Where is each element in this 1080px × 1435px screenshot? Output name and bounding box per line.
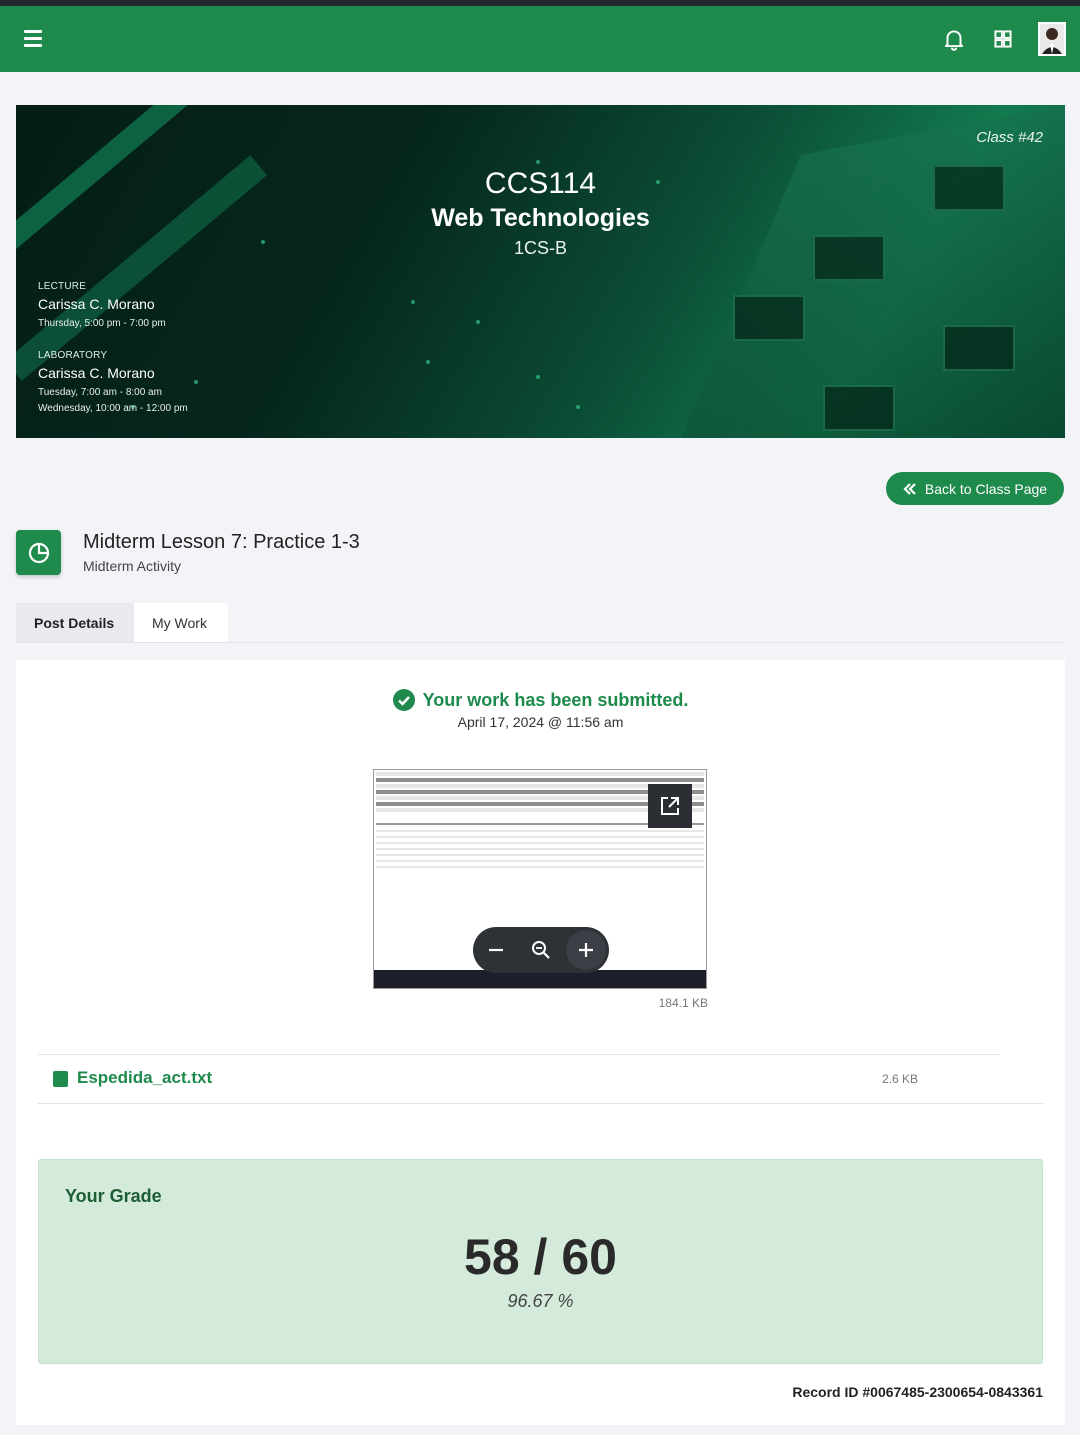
double-chevron-left-icon: [903, 482, 916, 495]
lesson-title: Midterm Lesson 7: Practice 1-3: [83, 531, 360, 553]
preview-file-size: 184.1 KB: [658, 996, 708, 1010]
grade-label: Your Grade: [65, 1186, 162, 1206]
laboratory-schedule: LABORATORY Carissa C. Morano Tuesday, 7:…: [38, 350, 188, 414]
submission-date: April 17, 2024 @ 11:56 am: [457, 714, 624, 730]
pie-chart-icon: [16, 530, 61, 575]
course-code: CCS114: [484, 167, 597, 200]
submission-status: Your work has been submitted.: [16, 689, 1065, 711]
attachment-size: 2.6 KB: [882, 1072, 919, 1086]
zoom-controls: [473, 927, 609, 973]
check-circle-icon: [392, 689, 415, 711]
external-link-icon[interactable]: [648, 784, 692, 828]
tab-my-work[interactable]: My Work: [134, 603, 228, 643]
zoom-icon[interactable]: [521, 930, 561, 970]
laboratory-time-2: Wednesday, 10:00 am - 12:00 pm: [38, 403, 188, 414]
grade-panel: Your Grade 58 / 60 96.67 %: [38, 1159, 1043, 1364]
grade-score: 58 / 60: [464, 1229, 617, 1285]
lesson-subtitle: Midterm Activity: [83, 558, 182, 574]
bell-icon[interactable]: [941, 26, 967, 52]
my-work-panel: Your work has been submitted. April 17, …: [16, 660, 1065, 1425]
file-icon: [53, 1071, 68, 1087]
minus-icon[interactable]: [476, 930, 516, 970]
plus-icon[interactable]: [566, 930, 607, 970]
laboratory-label: LABORATORY: [38, 350, 108, 361]
class-number: Class #42: [976, 129, 1043, 146]
hamburger-icon[interactable]: [24, 30, 42, 48]
lecture-label: LECTURE: [38, 281, 87, 292]
document-preview[interactable]: [373, 769, 707, 989]
class-banner: Class #42 CCS114 Web Technologies 1CS-B …: [16, 105, 1065, 438]
attachment-name[interactable]: Espedida_act.txt: [77, 1068, 212, 1088]
grid-icon[interactable]: [990, 26, 1016, 52]
lecture-schedule: LECTURE Carissa C. Morano Thursday, 5:00…: [38, 281, 166, 329]
user-avatar[interactable]: [1038, 22, 1066, 56]
laboratory-instructor: Carissa C. Morano: [38, 365, 155, 381]
lecture-time: Thursday, 5:00 pm - 7:00 pm: [38, 318, 166, 329]
record-id: Record ID #0067485-2300654-0843361: [792, 1384, 1043, 1400]
submission-status-text: Your work has been submitted.: [422, 689, 689, 710]
tab-post-details[interactable]: Post Details: [16, 603, 134, 643]
tab-bar: Post Details My Work: [16, 603, 228, 643]
course-section: 1CS-B: [513, 238, 567, 258]
lecture-instructor: Carissa C. Morano: [38, 296, 155, 312]
grade-percent: 96.67 %: [507, 1291, 574, 1311]
back-to-class-button[interactable]: Back to Class Page: [886, 472, 1064, 505]
course-name: Web Technologies: [431, 204, 650, 232]
back-button-label: Back to Class Page: [924, 480, 1048, 497]
top-navbar: [0, 0, 1080, 72]
laboratory-time-1: Tuesday, 7:00 am - 8:00 am: [38, 387, 162, 398]
